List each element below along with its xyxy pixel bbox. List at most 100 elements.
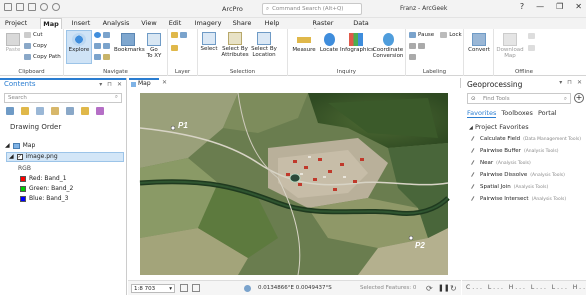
refresh-icon[interactable]: ⟳ xyxy=(426,284,433,293)
add-data-button[interactable] xyxy=(171,32,187,38)
select-by-location-button[interactable]: Select By Location xyxy=(250,32,278,58)
user-name[interactable]: Franz - ArcGeek xyxy=(400,5,447,12)
editing-icon[interactable] xyxy=(51,107,59,115)
close-map-tab-icon[interactable]: ✕ xyxy=(162,79,167,86)
tool-item[interactable]: Pairwise Dissolve (Analysis Tools) xyxy=(471,171,565,179)
coordinate-system-icon[interactable] xyxy=(244,285,251,292)
band-green[interactable]: Green: Band_2 xyxy=(20,185,73,192)
bookmarks-button[interactable]: Bookmarks xyxy=(114,33,145,53)
save-icon[interactable] xyxy=(28,3,36,11)
band-blue[interactable]: Blue: Band_3 xyxy=(20,195,68,202)
tab-project[interactable]: Project xyxy=(4,18,28,29)
close-pane-icon[interactable]: ✕ xyxy=(577,79,582,86)
tab-portal[interactable]: Portal xyxy=(538,109,557,118)
command-search-input[interactable]: ⌕ Command Search (Alt+Q) xyxy=(262,3,362,15)
new-icon[interactable] xyxy=(4,3,12,11)
undo-icon[interactable] xyxy=(40,3,48,11)
find-tools-input[interactable]: ⊙ Find Tools ⌕ xyxy=(467,93,571,104)
tab-share[interactable]: Share xyxy=(232,18,252,29)
tool-item[interactable]: Spatial Join (Analysis Tools) xyxy=(471,183,548,191)
measure-button[interactable]: Measure xyxy=(291,33,317,53)
pane-menu-icon[interactable]: ▾ xyxy=(99,81,102,88)
scale-tools-icon[interactable] xyxy=(180,284,188,292)
tab-view[interactable]: View xyxy=(140,18,158,29)
tool-item[interactable]: Pairwise Buffer (Analysis Tools) xyxy=(471,147,559,155)
auto-hide-icon[interactable]: ⊓ xyxy=(567,79,572,86)
labeling-list-icon[interactable] xyxy=(81,107,89,115)
help-icon[interactable]: ? xyxy=(520,2,524,11)
map-canvas[interactable]: P1 P2 xyxy=(128,88,461,281)
tab-map[interactable]: Map xyxy=(40,18,62,29)
selection-list-icon[interactable] xyxy=(36,107,44,115)
view-unplaced-button[interactable] xyxy=(409,43,425,49)
back-icon[interactable]: ⊙ xyxy=(471,94,476,104)
add-icon[interactable]: + xyxy=(574,93,584,103)
project-favorites-heading[interactable]: ◢ Project Favorites xyxy=(469,123,529,131)
expand-icon[interactable]: ◢ xyxy=(9,153,14,160)
drawing-order-icon[interactable] xyxy=(6,107,14,115)
hammer-icon xyxy=(471,135,478,143)
point-label-p2: P2 xyxy=(415,241,425,250)
tab-raster-layer[interactable]: Raster Layer xyxy=(303,18,343,35)
sync-button[interactable] xyxy=(528,33,535,39)
scale-selector[interactable]: 1:8 703 ▾ xyxy=(131,284,175,293)
layer-tree-item[interactable]: ◢ ✓ image.png xyxy=(9,153,58,160)
go-to-xy-button[interactable]: Go To XY xyxy=(143,33,165,59)
band-red[interactable]: Red: Band_1 xyxy=(20,175,67,182)
convert-button[interactable]: Convert xyxy=(468,33,490,53)
basemap-button[interactable] xyxy=(171,45,178,51)
tab-toolboxes[interactable]: Toolboxes xyxy=(501,109,533,118)
pane-menu-icon[interactable]: ▾ xyxy=(559,79,562,86)
tab-analysis[interactable]: Analysis xyxy=(102,18,130,29)
copy-path-button[interactable]: Copy Path xyxy=(24,54,61,60)
contents-search-input[interactable]: Search ⌕ xyxy=(4,93,122,103)
refresh-map-icon[interactable]: ↻ xyxy=(450,284,457,293)
close-pane-icon[interactable]: ✕ xyxy=(117,81,122,88)
pane-tab-strip[interactable]: C... L... H... L... L... H... L... C... … xyxy=(462,280,586,295)
map-view-tab[interactable]: Map xyxy=(129,78,159,88)
auto-hide-icon[interactable]: ⊓ xyxy=(107,81,112,88)
data-source-icon[interactable] xyxy=(21,107,29,115)
close-icon[interactable]: ✕ xyxy=(575,2,582,11)
window-controls: ? — ❐ ✕ xyxy=(520,2,582,11)
download-map-button[interactable]: Download Map xyxy=(496,33,524,59)
collapse-icon[interactable]: ◢ xyxy=(5,142,10,149)
zoom-layer-icon xyxy=(94,54,101,60)
copy-button[interactable]: Copy xyxy=(24,43,47,49)
zoom-layer-button[interactable] xyxy=(94,54,110,60)
select-by-attributes-button[interactable]: Select By Attributes xyxy=(220,32,250,58)
tab-data[interactable]: Data xyxy=(352,18,370,29)
tool-item[interactable]: Pairwise Intersect (Analysis Tools) xyxy=(471,195,566,203)
snapping-icon[interactable] xyxy=(66,107,74,115)
previous-extent-button[interactable] xyxy=(94,43,110,49)
visibility-checkbox[interactable]: ✓ xyxy=(16,153,23,160)
infographics-button[interactable]: Infographics xyxy=(340,33,374,53)
explore-button[interactable]: Explore xyxy=(66,30,92,64)
paste-button[interactable]: Paste xyxy=(4,33,22,53)
tab-insert[interactable]: Insert xyxy=(70,18,92,29)
pause-drawing-icon[interactable]: ❚❚ xyxy=(438,284,450,292)
map-tree-item[interactable]: ◢ Map xyxy=(5,142,35,149)
cut-button[interactable]: Cut xyxy=(24,32,42,38)
select-button[interactable]: Select xyxy=(200,32,218,52)
group-labeling: Pause Lock Labeling xyxy=(406,29,464,76)
maximize-icon[interactable]: ❐ xyxy=(556,2,563,11)
coordinate-conversion-button[interactable]: Coordinate Conversion xyxy=(372,33,404,59)
tab-favorites[interactable]: Favorites xyxy=(467,109,497,118)
remove-offline-button[interactable] xyxy=(528,45,535,51)
locate-button[interactable]: Locate xyxy=(318,33,340,53)
charts-icon[interactable] xyxy=(96,107,104,115)
tool-item[interactable]: Calculate Field (Data Management Tools) xyxy=(471,135,581,143)
redo-icon[interactable] xyxy=(52,3,60,11)
tool-item[interactable]: Near (Analysis Tools) xyxy=(471,159,531,167)
minimize-icon[interactable]: — xyxy=(536,2,544,11)
lock-scale-icon[interactable] xyxy=(192,284,200,292)
open-icon[interactable] xyxy=(16,3,24,11)
pause-labeling-button[interactable]: Pause Lock xyxy=(409,32,462,38)
label-options-button[interactable] xyxy=(409,54,416,60)
tab-help[interactable]: Help xyxy=(263,18,281,29)
selected-features-count[interactable]: Selected Features: 0 xyxy=(360,285,416,291)
tab-imagery[interactable]: Imagery xyxy=(194,18,222,29)
full-extent-button[interactable] xyxy=(94,32,110,38)
tab-edit[interactable]: Edit xyxy=(167,18,183,29)
